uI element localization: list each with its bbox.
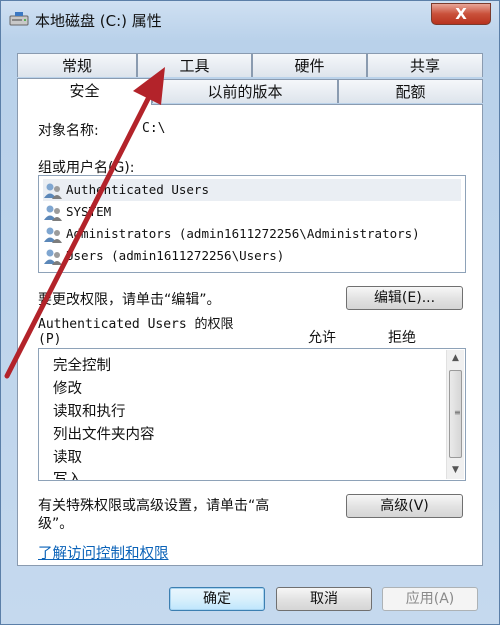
allow-header: 允许 [308,330,336,346]
scroll-down-icon[interactable]: ▼ [447,462,464,479]
permissions-title-key: (P) [38,332,62,347]
user-group-icon [44,205,62,221]
user-item-system[interactable]: SYSTEM [43,201,111,223]
user-name: Users (admin1611272256\Users) [66,248,285,263]
permission-item: 读取 [53,450,82,466]
security-panel: 对象名称: C:\ 组或用户名(G): Authenticated Users … [17,104,483,566]
scroll-up-icon[interactable]: ▲ [447,350,464,367]
user-name: Administrators (admin1611272256\Administ… [66,226,420,241]
permissions-list[interactable]: 完全控制 修改 读取和执行 列出文件夹内容 读取 写入 ▲ ≡ ▼ [38,348,466,481]
user-group-icon [44,227,62,243]
scroll-thumb[interactable]: ≡ [449,370,462,458]
tab-quota[interactable]: 配额 [338,79,483,103]
permission-item: 修改 [53,381,82,397]
learn-access-control-link[interactable]: 了解访问控制和权限 [38,542,169,563]
properties-window: 本地磁盘 (C:) 属性 X 常规 工具 硬件 共享 安全 以前的版本 配额 对… [0,0,500,625]
grip-icon: ≡ [454,408,461,417]
object-name-label: 对象名称: [38,123,99,139]
permission-item: 列出文件夹内容 [53,427,155,443]
permission-item: 写入 [53,472,82,481]
permission-item: 完全控制 [53,358,111,374]
close-icon: X [455,5,467,23]
cancel-button[interactable]: 取消 [276,587,372,611]
tab-tools[interactable]: 工具 [137,53,252,77]
user-group-icon [44,249,62,265]
tab-sharing[interactable]: 共享 [367,53,483,77]
advanced-hint-cont: 级”。 [38,516,74,532]
permission-item: 读取和执行 [53,404,126,420]
tab-security[interactable]: 安全 [17,78,152,105]
user-item-authenticated[interactable]: Authenticated Users [43,179,461,201]
tab-previous-versions[interactable]: 以前的版本 [152,79,338,103]
permissions-title: Authenticated Users 的权限 (P) [38,317,234,347]
users-label: 组或用户名(G): [38,160,135,176]
deny-header: 拒绝 [388,330,416,346]
advanced-hint: 有关特殊权限或高级设置，请单击“高 [38,498,270,514]
tab-general[interactable]: 常规 [17,53,137,77]
permissions-scrollbar[interactable]: ▲ ≡ ▼ [446,350,464,479]
user-item-administrators[interactable]: Administrators (admin1611272256\Administ… [43,223,420,245]
tab-strip: 常规 工具 硬件 共享 安全 以前的版本 配额 [17,53,483,105]
advanced-button[interactable]: 高级(V) [346,494,463,518]
title-bar[interactable]: 本地磁盘 (C:) 属性 X [1,1,499,41]
users-list[interactable]: Authenticated Users SYSTEM Administrator… [38,175,466,273]
user-item-users[interactable]: Users (admin1611272256\Users) [43,245,284,267]
user-group-icon [44,183,62,199]
edit-button[interactable]: 编辑(E)... [346,286,463,310]
user-name: Authenticated Users [66,182,209,197]
ok-button[interactable]: 确定 [169,587,265,611]
tab-hardware[interactable]: 硬件 [252,53,367,77]
window-title: 本地磁盘 (C:) 属性 [35,12,162,30]
apply-button[interactable]: 应用(A) [382,587,478,611]
user-name: SYSTEM [66,204,112,219]
edit-hint: 要更改权限，请单击“编辑”。 [38,292,221,308]
close-button[interactable]: X [431,3,491,25]
object-name-value: C:\ [142,121,166,136]
drive-icon [9,12,29,26]
